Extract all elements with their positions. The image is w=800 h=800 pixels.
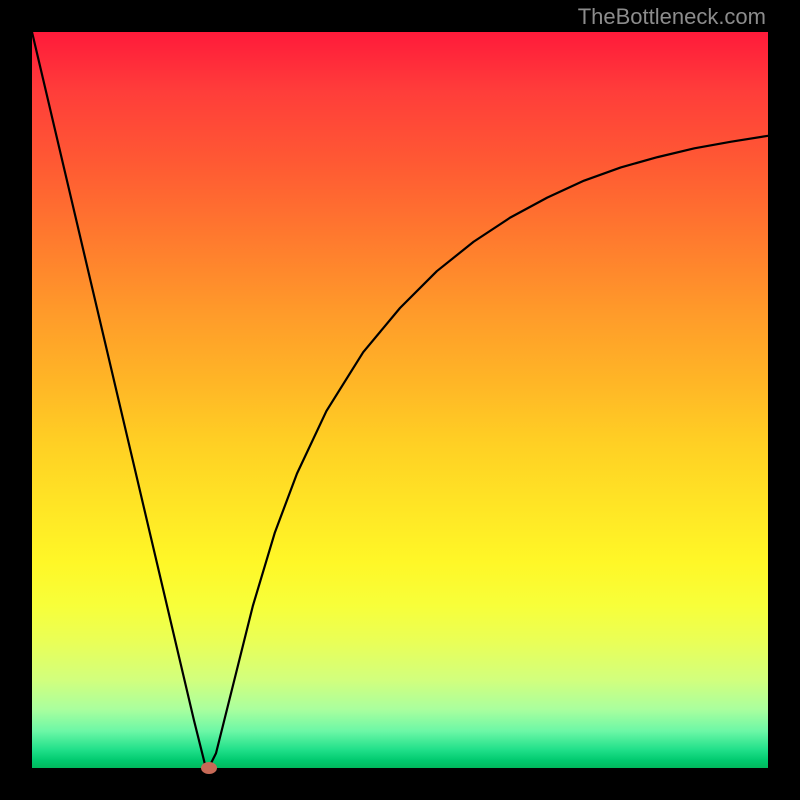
chart-frame: TheBottleneck.com — [0, 0, 800, 800]
bottleneck-curve — [32, 32, 768, 768]
curve-layer — [32, 32, 768, 768]
watermark-text: TheBottleneck.com — [578, 4, 766, 30]
minimum-marker — [201, 762, 217, 774]
